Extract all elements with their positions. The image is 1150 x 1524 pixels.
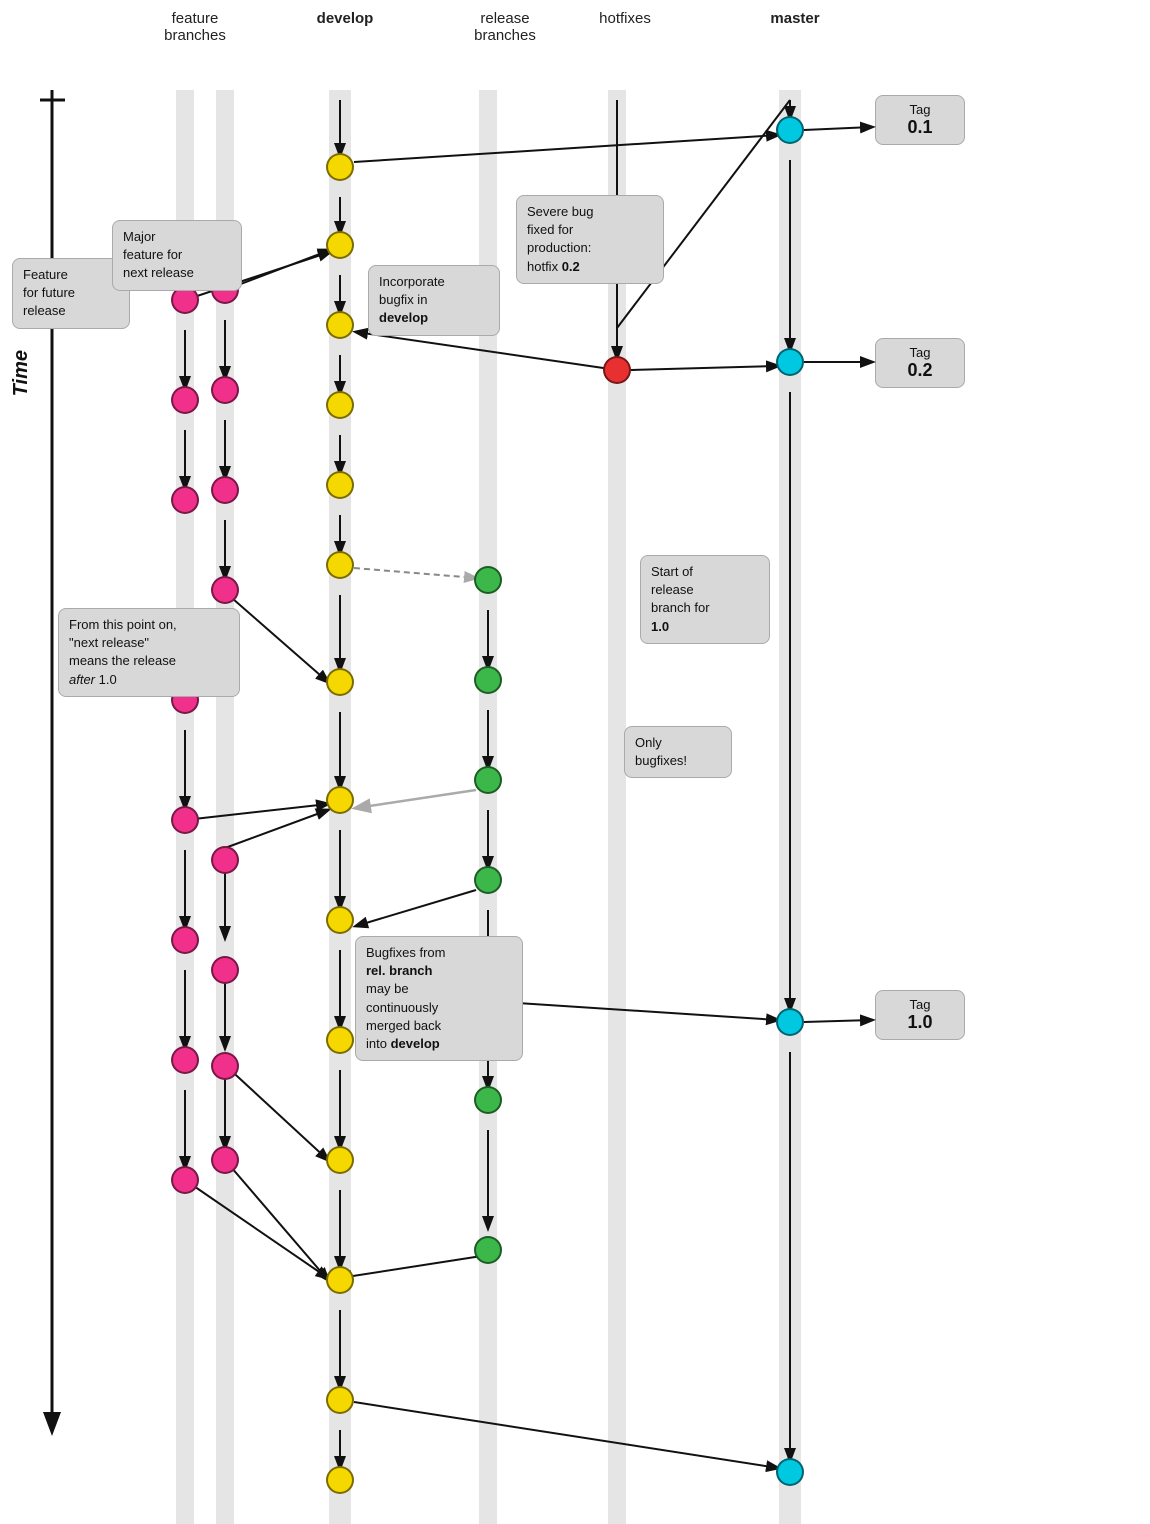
feature2-node-5 [211,846,239,874]
feature2-node-4 [211,576,239,604]
master-node-2 [776,348,804,376]
master-node-1 [776,116,804,144]
release-node-1 [474,566,502,594]
callout-bugfixes-merged: Bugfixes fromrel. branchmay becontinuous… [355,936,523,1061]
develop-node-12 [326,1266,354,1294]
tag-box-02: Tag 0.2 [875,338,965,388]
feature1-node-8 [171,1166,199,1194]
feature2-node-8 [211,1146,239,1174]
feature2-node-7 [211,1052,239,1080]
release-node-6 [474,1086,502,1114]
feature2-node-3 [211,476,239,504]
master-node-3 [776,1008,804,1036]
tag-box-10: Tag 1.0 [875,990,965,1040]
develop-node-1 [326,153,354,181]
develop-node-13 [326,1386,354,1414]
develop-node-8 [326,786,354,814]
release-node-2 [474,666,502,694]
feature2-node-6 [211,956,239,984]
feature1-node-5 [171,806,199,834]
tag-value-02: 0.2 [890,360,950,381]
col-header-release: releasebranches [450,10,560,44]
tag-label-10: Tag [890,997,950,1012]
release-node-3 [474,766,502,794]
develop-node-11 [326,1146,354,1174]
develop-node-14 [326,1466,354,1494]
col-header-hotfixes: hotfixes [580,10,670,27]
hotfix-node-1 [603,356,631,384]
col-header-master: master [755,10,835,27]
develop-node-4 [326,391,354,419]
diagram-container: featurebranches develop releasebranches … [0,0,1150,1524]
callout-start-release: Start ofreleasebranch for1.0 [640,555,770,644]
col-header-feature: featurebranches [140,10,250,44]
feature1-node-2 [171,386,199,414]
release-node-4 [474,866,502,894]
col-header-develop: develop [305,10,385,27]
develop-node-10 [326,1026,354,1054]
release-node-7 [474,1236,502,1264]
tag-label-02: Tag [890,345,950,360]
tag-label-01: Tag [890,102,950,117]
tag-box-01: Tag 0.1 [875,95,965,145]
tag-value-01: 0.1 [890,117,950,138]
develop-node-6 [326,551,354,579]
feature1-node-7 [171,1046,199,1074]
feature1-node-6 [171,926,199,954]
callout-incorporate-bugfix: Incorporatebugfix indevelop [368,265,500,336]
tag-value-10: 1.0 [890,1012,950,1033]
develop-node-3 [326,311,354,339]
develop-node-7 [326,668,354,696]
feature2-node-2 [211,376,239,404]
master-node-4 [776,1458,804,1486]
callout-next-release: From this point on,"next release"means t… [58,608,240,697]
callout-severe-bug: Severe bugfixed forproduction:hotfix 0.2 [516,195,664,284]
time-label: Time [10,350,33,396]
develop-node-2 [326,231,354,259]
develop-node-5 [326,471,354,499]
callout-major-feature: Majorfeature fornext release [112,220,242,291]
callout-only-bugfixes: Onlybugfixes! [624,726,732,778]
develop-node-9 [326,906,354,934]
feature1-node-3 [171,486,199,514]
